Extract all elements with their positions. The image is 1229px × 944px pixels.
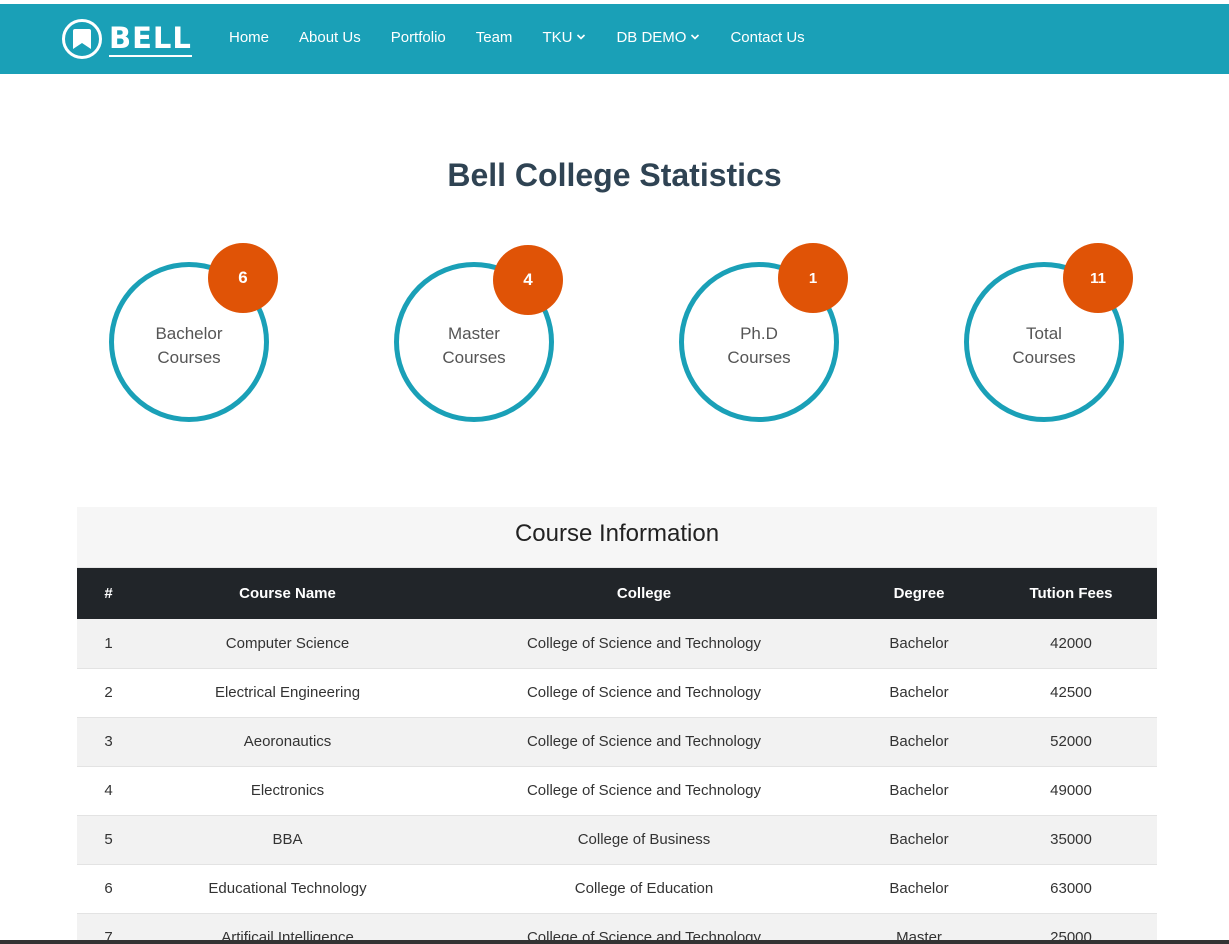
nav-portfolio-label: Portfolio — [390, 28, 446, 46]
nav-home-label: Home — [229, 28, 270, 46]
course-information-title: Course Information — [77, 507, 1157, 568]
nav-team-label: Team — [475, 28, 513, 46]
cell-college: College of Science and Technology — [526, 733, 762, 750]
col-header-tuition-fees: Tution Fees — [1029, 585, 1113, 602]
cell-tuition-fees: 35000 — [1050, 831, 1092, 848]
stat-label-line1: Master — [448, 324, 500, 343]
table-row: 2 Electrical Engineering College of Scie… — [77, 668, 1157, 717]
cell-number: 4 — [104, 782, 113, 799]
table-row: 6 Educational Technology College of Educ… — [77, 864, 1157, 913]
nav-team[interactable]: Team — [476, 29, 513, 46]
nav-about-us-label: About Us — [299, 28, 361, 46]
cell-college: College of Science and Technology — [526, 684, 762, 701]
stat-phd-courses: Ph.D Courses 1 — [679, 243, 848, 422]
cell-degree: Bachelor — [889, 733, 949, 750]
cell-college: College of Education — [574, 880, 714, 897]
logo[interactable]: BELL — [62, 17, 192, 61]
nav-contact-us-label: Contact Us — [730, 28, 805, 46]
stat-count-badge: 11 — [1063, 243, 1133, 313]
table-row: 5 BBA College of Business Bachelor 35000 — [77, 815, 1157, 864]
stat-label-line1: Ph.D — [740, 324, 778, 343]
col-header-number: # — [104, 585, 113, 602]
cell-tuition-fees: 42000 — [1050, 634, 1092, 652]
cell-tuition-fees: 63000 — [1050, 880, 1092, 897]
stat-label: Master Courses — [394, 322, 554, 370]
stat-label: Bachelor Courses — [109, 322, 269, 370]
nav-db-demo-label: DB DEMO — [616, 28, 687, 46]
stat-master-courses: Master Courses 4 — [394, 245, 563, 422]
cell-course-name: Electronics — [250, 782, 325, 799]
stat-label-line1: Bachelor — [155, 324, 223, 343]
cell-degree: Bachelor — [889, 782, 949, 799]
cell-degree: Bachelor — [889, 831, 949, 848]
stat-label-line2: Courses — [157, 348, 221, 367]
nav-about-us[interactable]: About Us — [299, 29, 361, 46]
stat-bachelor-courses: Bachelor Courses 6 — [109, 243, 278, 422]
table-header-row: # Course Name College Degree Tution Fees — [77, 568, 1157, 619]
navbar: BELL Home About Us Portfolio Team TKU DB… — [0, 4, 1229, 74]
stat-label-line1: Total — [1026, 324, 1062, 343]
page-title: Bell College Statistics — [447, 157, 782, 193]
cell-tuition-fees: 49000 — [1050, 782, 1092, 799]
nav-portfolio[interactable]: Portfolio — [391, 29, 446, 46]
stat-label-line2: Courses — [1012, 348, 1076, 367]
stat-total-courses: Total Courses 11 — [964, 243, 1133, 422]
cell-degree: Bachelor — [889, 684, 949, 701]
stat-label: Ph.D Courses — [679, 322, 839, 370]
cell-course-name: Computer Science — [225, 634, 350, 652]
cell-course-name: Educational Technology — [208, 880, 367, 897]
stat-label-line2: Courses — [442, 348, 506, 367]
stat-count-badge: 4 — [493, 245, 563, 315]
logo-text: BELL — [109, 20, 192, 57]
cell-number: 6 — [104, 880, 113, 897]
cell-course-name: BBA — [272, 831, 303, 848]
nav-tku-label: TKU — [542, 28, 573, 46]
cell-course-name: Aeoronautics — [243, 733, 332, 750]
cell-college: College of Science and Technology — [526, 634, 762, 652]
cell-tuition-fees: 42500 — [1050, 684, 1092, 701]
nav-home[interactable]: Home — [229, 29, 269, 46]
col-header-college: College — [616, 585, 672, 602]
stat-count-badge: 1 — [778, 243, 848, 313]
cell-college: College of Science and Technology — [526, 782, 762, 799]
stat-label-line2: Courses — [727, 348, 791, 367]
cell-college: College of Business — [577, 831, 711, 848]
nav-db-demo-dropdown[interactable]: DB DEMO — [616, 29, 700, 46]
cell-tuition-fees: 52000 — [1050, 733, 1092, 750]
stat-count-badge: 6 — [208, 243, 278, 313]
table-row: 1 Computer Science College of Science an… — [77, 619, 1157, 668]
col-header-course-name: Course Name — [239, 585, 336, 602]
cell-degree: Bachelor — [889, 634, 949, 652]
chevron-down-icon — [690, 33, 700, 41]
nav-tku-dropdown[interactable]: TKU — [542, 29, 586, 46]
course-information-card: Course Information # Course Name College… — [77, 507, 1157, 944]
col-header-degree: Degree — [893, 585, 945, 602]
cell-number: 1 — [104, 634, 113, 652]
chevron-down-icon — [576, 33, 586, 41]
cell-number: 2 — [104, 684, 113, 701]
bookmark-icon — [62, 19, 102, 59]
cell-degree: Bachelor — [889, 880, 949, 897]
main-nav: Home About Us Portfolio Team TKU DB DEMO… — [229, 4, 835, 70]
table-row: 3 Aeoronautics College of Science and Te… — [77, 717, 1157, 766]
cell-number: 3 — [104, 733, 113, 750]
window-bottom-edge — [0, 940, 1229, 944]
table-row: 4 Electronics College of Science and Tec… — [77, 766, 1157, 815]
cell-course-name: Electrical Engineering — [214, 684, 361, 701]
stat-label: Total Courses — [964, 322, 1124, 370]
cell-number: 5 — [104, 831, 113, 848]
nav-contact-us[interactable]: Contact Us — [730, 29, 804, 46]
course-table: # Course Name College Degree Tution Fees… — [77, 568, 1157, 944]
